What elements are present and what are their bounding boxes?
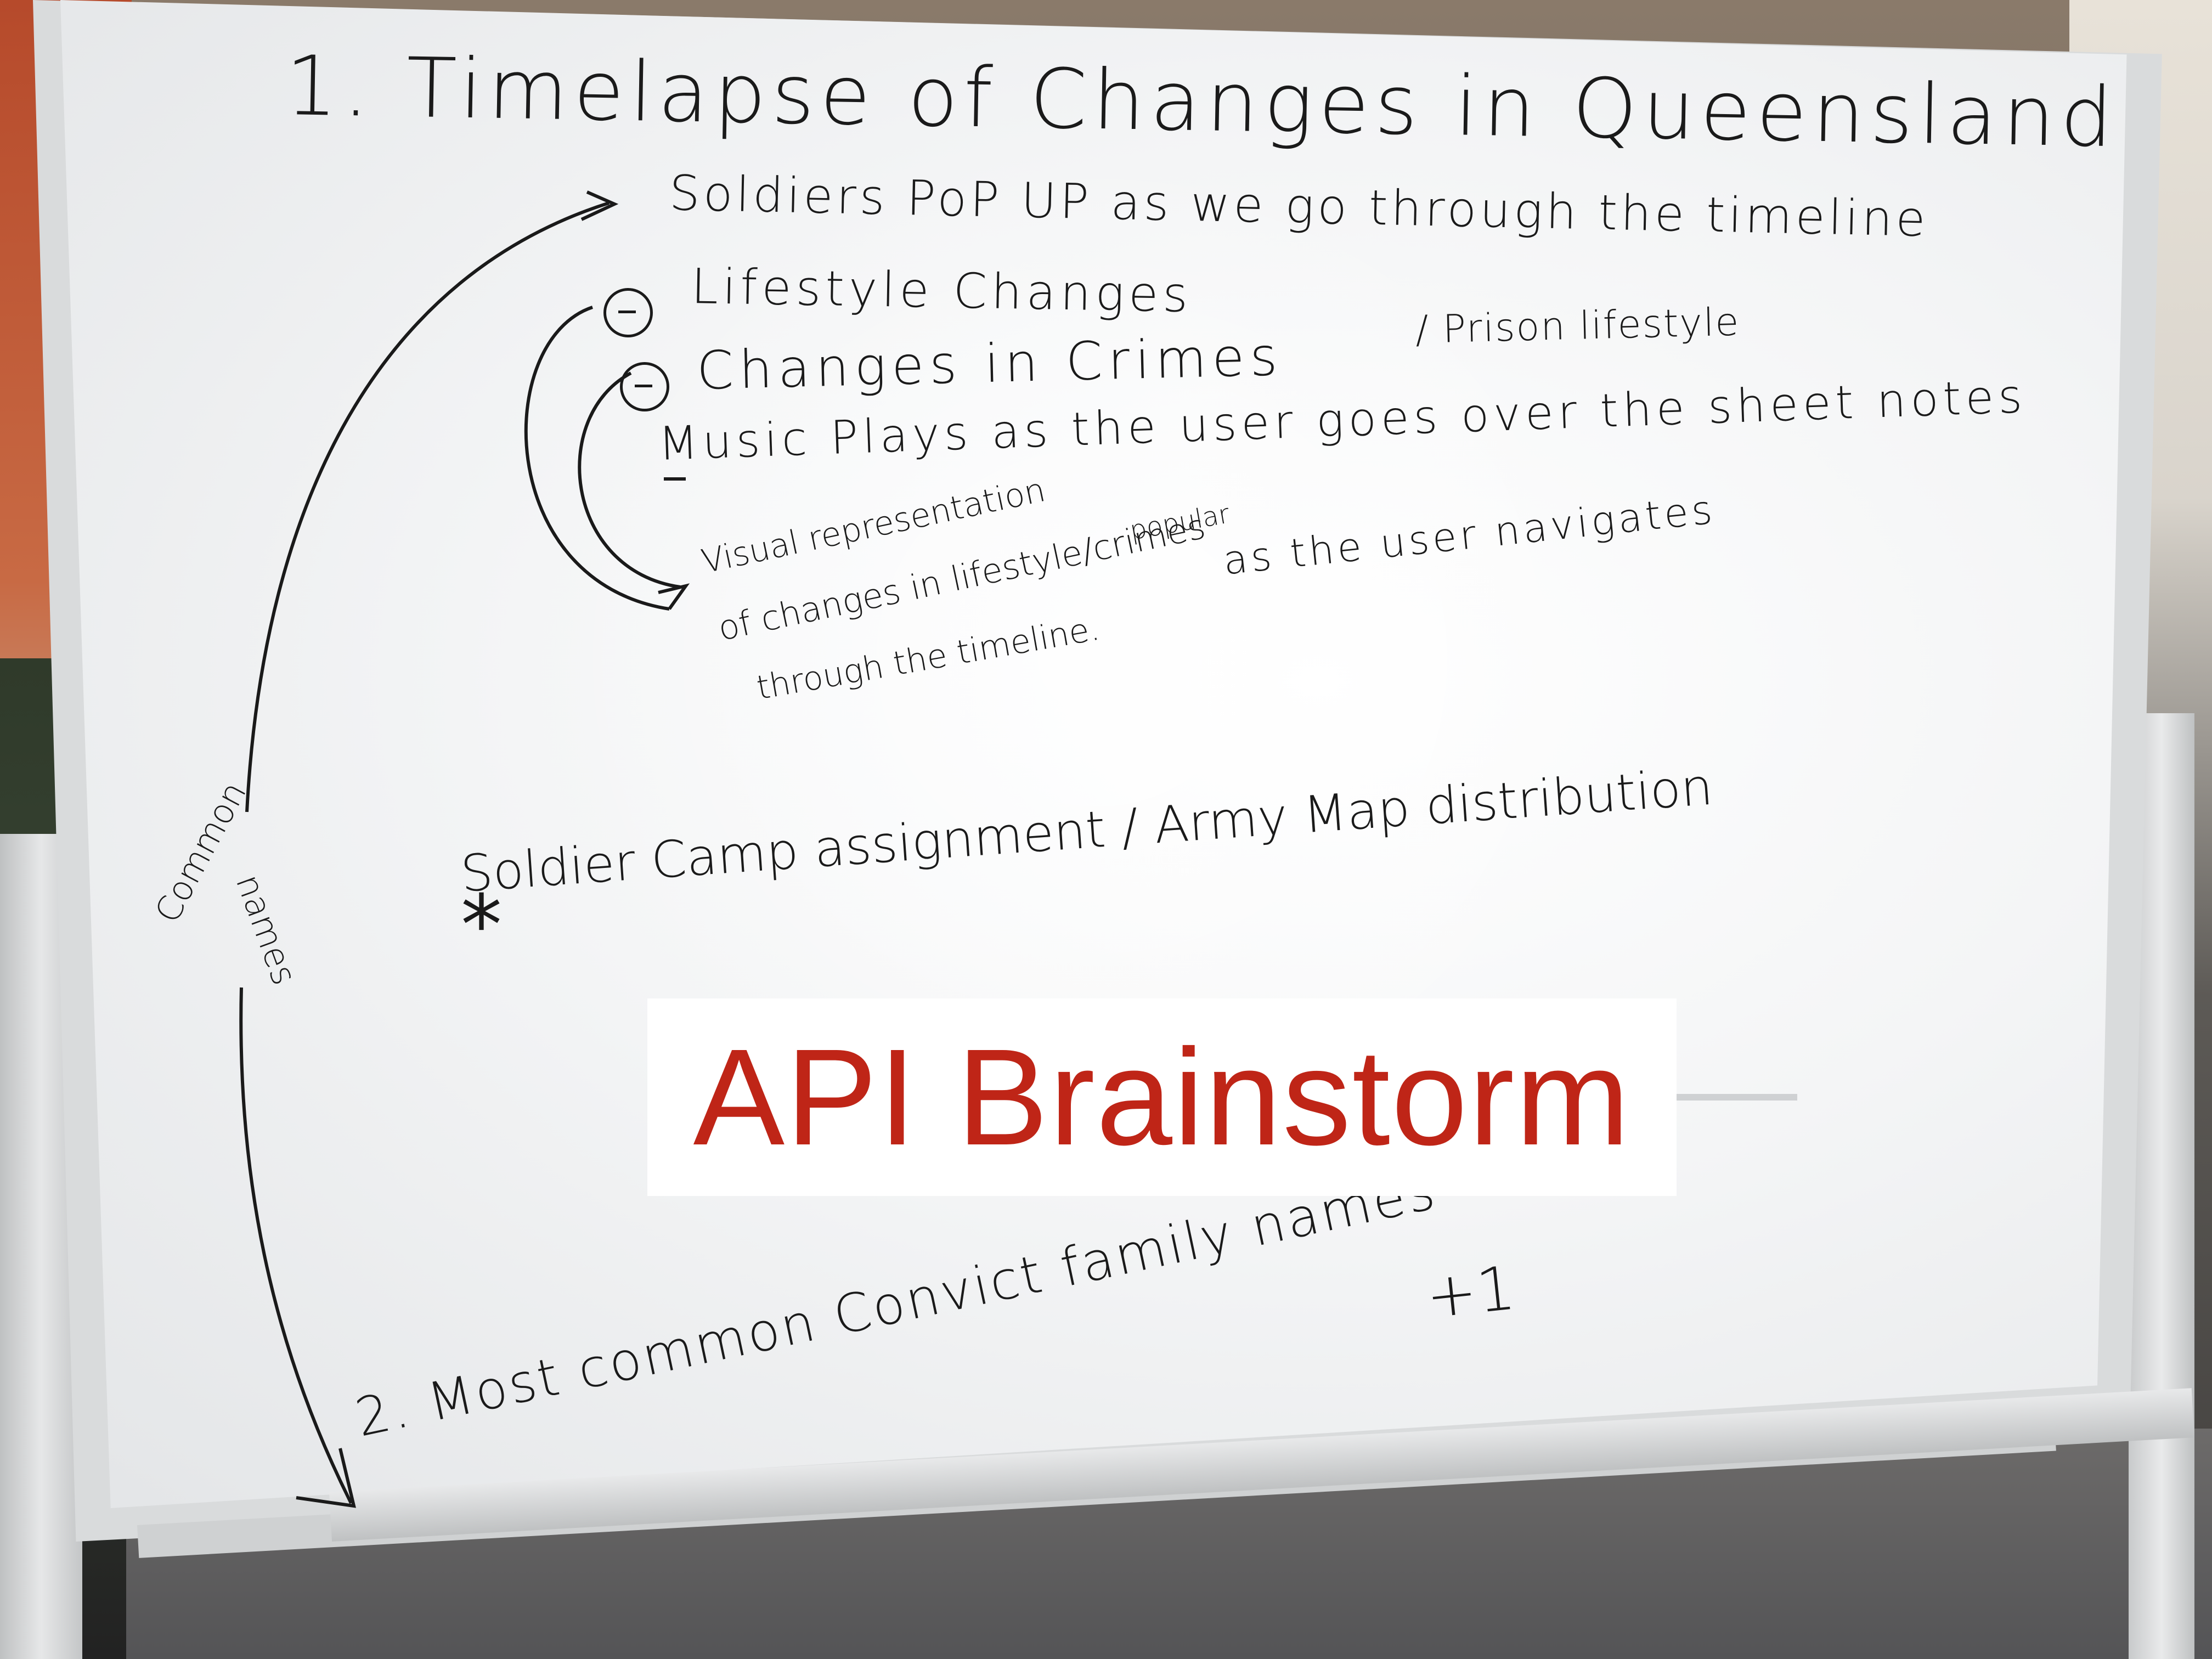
title-banner: API Brainstorm bbox=[647, 998, 1677, 1196]
bracket-outer bbox=[524, 306, 670, 611]
arrowhead-visual bbox=[658, 583, 690, 610]
bullet-circle-icon bbox=[603, 288, 653, 337]
arrowhead-most-common bbox=[296, 1448, 356, 1508]
note-lifestyle-changes: Lifestyle Changes bbox=[691, 258, 1193, 323]
bullet-circle-icon bbox=[620, 362, 669, 411]
note-plus-one: +1 bbox=[1423, 1252, 1519, 1332]
bullet-dash-icon bbox=[664, 477, 686, 481]
banner-underline bbox=[1677, 1094, 1797, 1101]
arrow-to-soldiers bbox=[245, 201, 610, 812]
arrow-to-most-common bbox=[239, 987, 353, 1504]
note-prison-lifestyle: / Prison lifestyle bbox=[1414, 299, 1741, 352]
banner-title: API Brainstorm bbox=[693, 1020, 1631, 1173]
